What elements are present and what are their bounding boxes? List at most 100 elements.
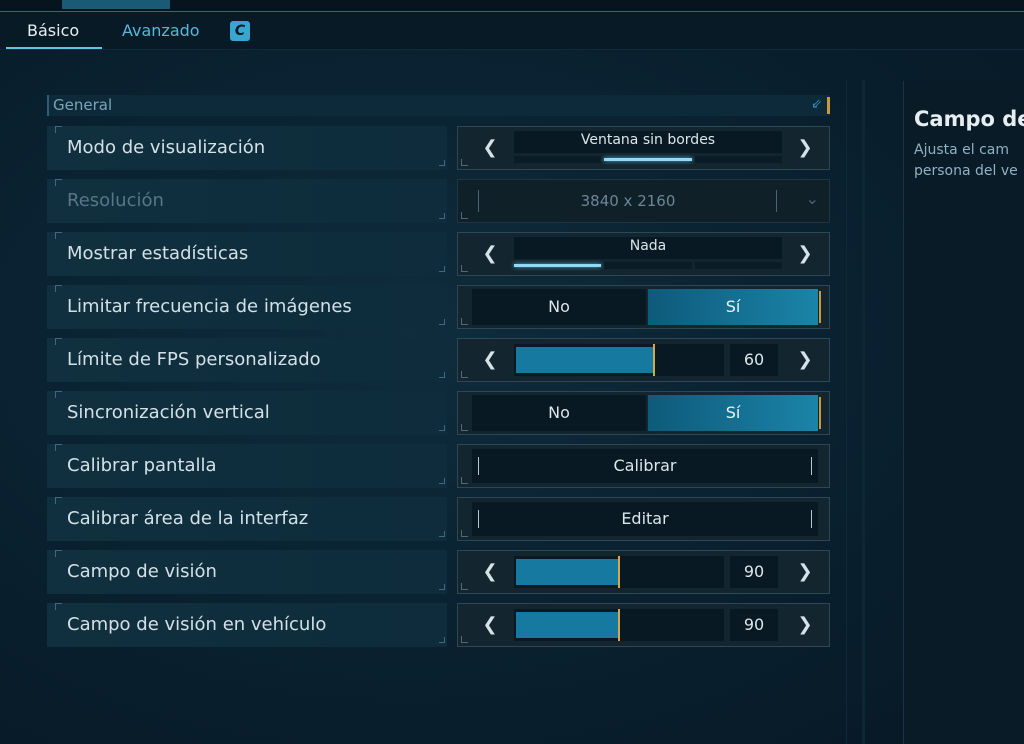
chevron-left-icon[interactable]: ❮ <box>478 135 502 161</box>
label-box: Limitar frecuencia de imágenes <box>47 285 447 329</box>
label-box: Modo de visualización <box>47 126 447 170</box>
setting-label: Calibrar área de la interfaz <box>67 508 309 529</box>
slider-handle[interactable] <box>618 556 620 588</box>
toggle-option-no[interactable]: No <box>472 395 646 431</box>
setting-label: Mostrar estadísticas <box>67 243 249 264</box>
tab-advanced[interactable]: Avanzado <box>122 21 200 40</box>
setting-label: Calibrar pantalla <box>67 455 217 476</box>
label-box: Resolución <box>47 179 447 223</box>
chevron-left-icon[interactable]: ❮ <box>478 241 502 267</box>
slider-value: 90 <box>730 609 778 641</box>
pip <box>695 262 782 269</box>
chevron-down-icon[interactable]: ⌄ <box>806 189 819 208</box>
chevron-right-icon[interactable]: ❯ <box>793 612 817 638</box>
setting-row-display-mode: Modo de visualización ❮ Ventana sin bord… <box>47 126 830 170</box>
selector-value: Nada <box>629 238 667 254</box>
label-box: Sincronización vertical <box>47 391 447 435</box>
section-header-general[interactable]: General ⇙ <box>47 95 830 116</box>
section-title: General <box>53 96 113 114</box>
label-box: Campo de visión en vehículo <box>47 603 447 647</box>
setting-row-resolution: Resolución 3840 x 2160 ⌄ <box>47 179 830 223</box>
setting-row-vehicle-fov: Campo de visión en vehículo ❮ 90 ❯ <box>47 603 830 647</box>
chevron-left-icon[interactable]: ❮ <box>478 612 502 638</box>
slider-track[interactable] <box>514 556 724 588</box>
slider-value: 60 <box>730 344 778 376</box>
toggle-option-no[interactable]: No <box>472 289 646 325</box>
tab-key-hint[interactable]: C <box>230 21 250 41</box>
setting-row-calibrate-screen: Calibrar pantalla Calibrar <box>47 444 830 488</box>
option-pips <box>514 156 782 163</box>
slider-track[interactable] <box>514 609 724 641</box>
calibrate-screen-control: Calibrar <box>457 444 830 488</box>
toggle-option-yes[interactable]: Sí <box>648 289 821 325</box>
setting-label: Campo de visión <box>67 561 217 582</box>
info-panel: Campo de Ajusta el cam persona del ve <box>903 81 1024 744</box>
toggle-limit-framerate: No Sí <box>457 285 830 329</box>
pip <box>514 156 601 163</box>
collapse-bar <box>827 97 830 114</box>
setting-label: Campo de visión en vehículo <box>67 614 327 635</box>
label-box: Campo de visión <box>47 550 447 594</box>
slider-handle[interactable] <box>653 344 655 376</box>
pip-selected <box>604 158 692 161</box>
slider-value: 90 <box>730 556 778 588</box>
slider-fill <box>516 612 619 638</box>
slider-fill <box>516 347 654 373</box>
panel-divider <box>846 80 847 744</box>
tab-basic-underline <box>6 47 102 49</box>
top-accent-line <box>0 0 1024 12</box>
setting-row-show-stats: Mostrar estadísticas ❮ Nada ❯ <box>47 232 830 276</box>
pip <box>514 262 601 269</box>
pip <box>604 262 692 269</box>
chevron-right-icon[interactable]: ❯ <box>793 559 817 585</box>
slider-fov: ❮ 90 ❯ <box>457 550 830 594</box>
bracket-right <box>776 190 777 212</box>
slider-track[interactable] <box>514 344 724 376</box>
setting-row-limit-framerate: Limitar frecuencia de imágenes No Sí <box>47 285 830 329</box>
label-box: Límite de FPS personalizado <box>47 338 447 382</box>
selector-display-mode[interactable]: ❮ Ventana sin bordes ❯ <box>457 126 830 170</box>
chevron-left-icon[interactable]: ❮ <box>478 347 502 373</box>
setting-row-fov: Campo de visión ❮ 90 ❯ <box>47 550 830 594</box>
chevron-left-icon[interactable]: ❮ <box>478 559 502 585</box>
collapse-arrow-icon[interactable]: ⇙ <box>811 97 822 112</box>
slider-vehicle-fov: ❮ 90 ❯ <box>457 603 830 647</box>
info-description-line: persona del ve <box>914 163 1018 179</box>
selector-show-stats[interactable]: ❮ Nada ❯ <box>457 232 830 276</box>
chevron-right-icon[interactable]: ❯ <box>793 135 817 161</box>
option-pips <box>514 262 782 269</box>
edit-button[interactable]: Editar <box>472 502 818 536</box>
pip <box>695 156 782 163</box>
slider-fill <box>516 559 619 585</box>
setting-row-calibrate-ui: Calibrar área de la interfaz Editar <box>47 497 830 541</box>
setting-label: Limitar frecuencia de imágenes <box>67 296 352 317</box>
setting-row-fps-limit: Límite de FPS personalizado ❮ 60 ❯ <box>47 338 830 382</box>
setting-label: Modo de visualización <box>67 137 266 158</box>
setting-label: Sincronización vertical <box>67 402 270 423</box>
scrollbar[interactable] <box>862 80 865 744</box>
selector-value: Ventana sin bordes <box>580 132 716 148</box>
active-tab-marker <box>62 0 170 9</box>
setting-label: Límite de FPS personalizado <box>67 349 321 370</box>
toggle-vsync: No Sí <box>457 391 830 435</box>
slider-handle[interactable] <box>618 609 620 641</box>
section-tick <box>47 95 49 116</box>
pip-selected <box>514 264 601 267</box>
dropdown-value: 3840 x 2160 <box>580 192 676 210</box>
toggle-option-yes[interactable]: Sí <box>648 395 821 431</box>
label-box: Calibrar pantalla <box>47 444 447 488</box>
dropdown-resolution[interactable]: 3840 x 2160 ⌄ <box>457 179 830 223</box>
label-box: Calibrar área de la interfaz <box>47 497 447 541</box>
info-description-line: Ajusta el cam <box>914 142 1010 158</box>
pip <box>604 156 692 163</box>
info-title: Campo de <box>914 107 1024 131</box>
setting-label: Resolución <box>67 190 164 211</box>
calibrate-button[interactable]: Calibrar <box>472 449 818 483</box>
calibrate-ui-control: Editar <box>457 497 830 541</box>
slider-fps-limit: ❮ 60 ❯ <box>457 338 830 382</box>
label-box: Mostrar estadísticas <box>47 232 447 276</box>
chevron-right-icon[interactable]: ❯ <box>793 347 817 373</box>
tab-basic[interactable]: Básico <box>27 21 79 40</box>
chevron-right-icon[interactable]: ❯ <box>793 241 817 267</box>
tab-bar: Básico Avanzado C <box>0 12 1024 50</box>
